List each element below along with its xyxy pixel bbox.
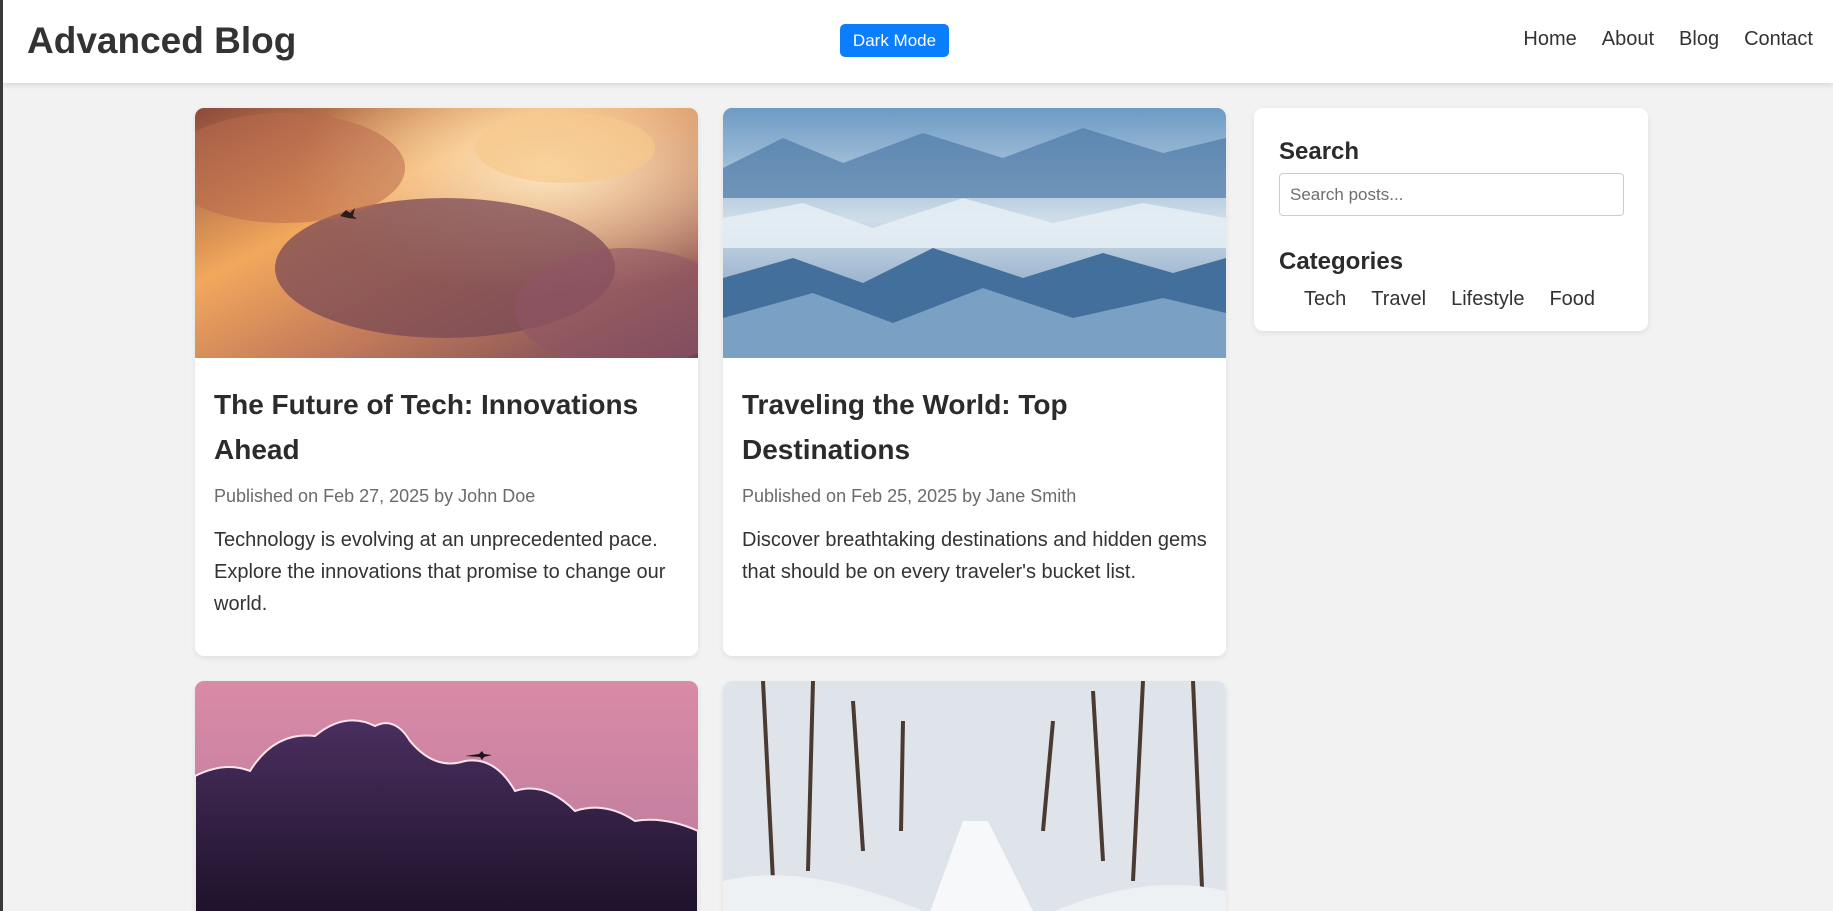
main-nav: Home About Blog Contact bbox=[1523, 28, 1813, 51]
post-meta: Published on Feb 27, 2025 by John Doe bbox=[214, 486, 536, 506]
post-excerpt: Discover breathtaking destinations and h… bbox=[742, 529, 1207, 583]
sidebar: Search Categories Tech Travel Lifestyle … bbox=[1254, 108, 1648, 331]
post-card[interactable]: The Future of Tech: Innovations Ahead Pu… bbox=[195, 108, 698, 656]
post-image-sunset-clouds[interactable] bbox=[195, 108, 698, 358]
site-title[interactable]: Advanced Blog bbox=[27, 20, 296, 62]
post-image-snowy-road[interactable] bbox=[723, 681, 1226, 911]
category-travel[interactable]: Travel bbox=[1371, 288, 1426, 311]
post-image-misty-mountains[interactable] bbox=[723, 108, 1226, 358]
post-title[interactable]: The Future of Tech: Innovations Ahead bbox=[214, 382, 679, 472]
category-list: Tech Travel Lifestyle Food bbox=[1279, 288, 1623, 311]
post-title[interactable]: Traveling the World: Top Destinations bbox=[742, 382, 1207, 472]
search-heading: Search bbox=[1279, 138, 1360, 165]
categories-heading: Categories bbox=[1279, 248, 1404, 275]
post-card-body: The Future of Tech: Innovations Ahead Pu… bbox=[195, 358, 698, 640]
post-meta: Published on Feb 25, 2025 by Jane Smith bbox=[742, 486, 1077, 506]
post-card-body: Traveling the World: Top Destinations Pu… bbox=[723, 358, 1226, 608]
nav-link-blog[interactable]: Blog bbox=[1679, 28, 1719, 51]
post-card[interactable] bbox=[723, 681, 1226, 911]
dark-mode-button[interactable]: Dark Mode bbox=[840, 24, 949, 57]
site-header: Advanced Blog Dark Mode Home About Blog … bbox=[3, 0, 1833, 83]
nav-link-about[interactable]: About bbox=[1602, 28, 1654, 51]
search-input[interactable] bbox=[1279, 173, 1624, 216]
nav-link-contact[interactable]: Contact bbox=[1744, 28, 1813, 51]
category-food[interactable]: Food bbox=[1549, 288, 1595, 311]
category-lifestyle[interactable]: Lifestyle bbox=[1451, 288, 1524, 311]
nav-link-home[interactable]: Home bbox=[1523, 28, 1576, 51]
post-card[interactable] bbox=[195, 681, 698, 911]
post-excerpt: Technology is evolving at an unprecedent… bbox=[214, 529, 666, 615]
page: Advanced Blog Dark Mode Home About Blog … bbox=[0, 0, 1833, 911]
category-tech[interactable]: Tech bbox=[1304, 288, 1346, 311]
post-image-pink-clouds[interactable] bbox=[195, 681, 698, 911]
post-card[interactable]: Traveling the World: Top Destinations Pu… bbox=[723, 108, 1226, 656]
